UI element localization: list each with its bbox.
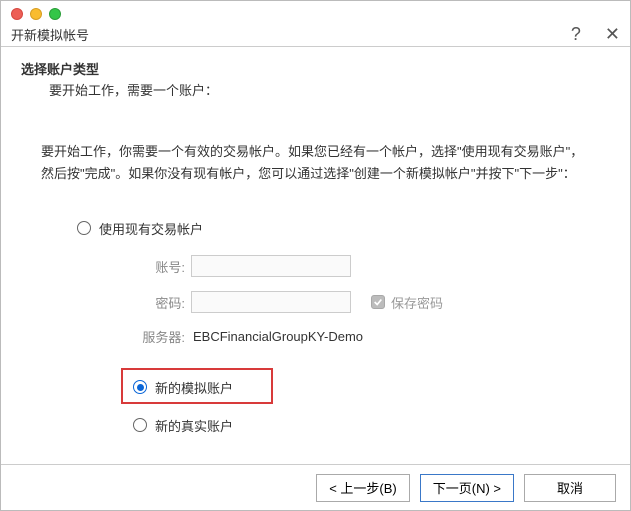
existing-account-form: 账号: 密码: 保存密码 <box>131 255 610 313</box>
server-value: EBCFinancialGroupKY-Demo <box>193 329 610 344</box>
account-type-options: 使用现有交易帐户 账号: 密码: 保存密码 服务器: <box>77 213 610 440</box>
minimize-dot[interactable] <box>30 8 42 20</box>
back-button[interactable]: < 上一步(B) <box>316 474 410 502</box>
titlebar: 开新模拟帐号 ? ✕ <box>1 1 630 47</box>
content-area: 选择账户类型 要开始工作，需要一个账户： 要开始工作，你需要一个有效的交易帐户。… <box>1 47 630 464</box>
save-password-label: 保存密码 <box>391 293 443 312</box>
instructions-text: 要开始工作，你需要一个有效的交易帐户。如果您已经有一个帐户，选择"使用现有交易账… <box>41 141 590 185</box>
radio-icon <box>133 418 147 432</box>
close-dot[interactable] <box>11 8 23 20</box>
zoom-dot[interactable] <box>49 8 61 20</box>
cancel-button[interactable]: 取消 <box>524 474 616 502</box>
save-password-cell: 保存密码 <box>371 293 610 312</box>
password-input[interactable] <box>191 291 351 313</box>
login-input[interactable] <box>191 255 351 277</box>
dialog-window: 开新模拟帐号 ? ✕ 选择账户类型 要开始工作，需要一个账户： 要开始工作，你需… <box>0 0 631 511</box>
server-label: 服务器: <box>131 327 191 346</box>
login-label: 账号: <box>131 257 191 276</box>
section-subtitle: 要开始工作，需要一个账户： <box>49 80 610 99</box>
help-icon[interactable]: ? <box>571 25 581 43</box>
radio-icon <box>77 221 91 235</box>
option-new-real-account[interactable]: 新的真实账户 <box>133 410 610 440</box>
section-title: 选择账户类型 <box>21 59 610 78</box>
window-title: 开新模拟帐号 <box>11 25 89 44</box>
option-new-demo-account[interactable]: 新的模拟账户 <box>133 372 610 402</box>
radio-label: 使用现有交易帐户 <box>99 219 203 238</box>
dialog-footer: < 上一步(B) 下一页(N) > 取消 <box>1 464 630 510</box>
radio-icon <box>133 380 147 394</box>
password-label: 密码: <box>131 293 191 312</box>
traffic-lights <box>11 5 620 23</box>
next-button[interactable]: 下一页(N) > <box>420 474 514 502</box>
radio-label: 新的真实账户 <box>155 416 233 435</box>
check-icon <box>373 297 383 307</box>
new-account-options: 新的模拟账户 新的真实账户 <box>133 372 610 440</box>
save-password-checkbox[interactable] <box>371 295 385 309</box>
server-row: 服务器: EBCFinancialGroupKY-Demo <box>131 327 610 346</box>
radio-label: 新的模拟账户 <box>155 378 233 397</box>
option-existing-account[interactable]: 使用现有交易帐户 <box>77 213 610 243</box>
close-icon[interactable]: ✕ <box>605 25 620 43</box>
